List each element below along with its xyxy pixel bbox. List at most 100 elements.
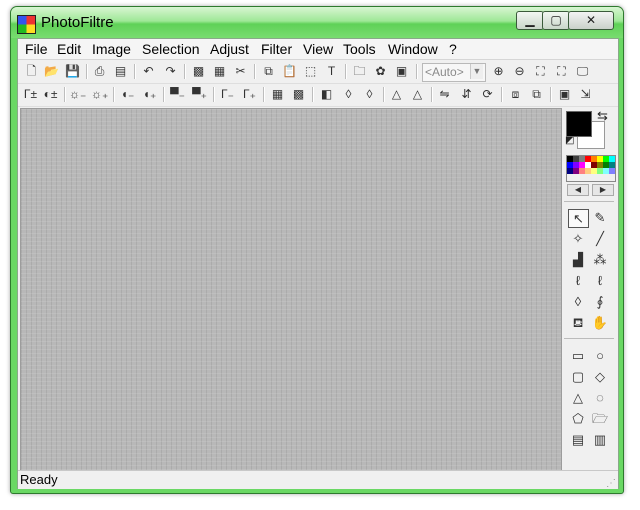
gamma-minus-icon[interactable]: Γ₋ [219, 86, 236, 103]
flip-vertical-icon[interactable]: ⇵ [458, 86, 475, 103]
fit-window-icon[interactable]: ⛶ [553, 63, 570, 80]
image-workspace[interactable] [20, 108, 562, 471]
open-folder-icon[interactable]: 📂 [43, 63, 60, 80]
image-size-icon[interactable]: ⧈ [507, 86, 524, 103]
transparent-color-icon[interactable]: ▣ [556, 86, 573, 103]
palette-swatch[interactable] [609, 168, 615, 174]
explorer-icon[interactable]: 🗀 [351, 63, 368, 80]
polygon-shape-icon[interactable]: ⬠ [568, 410, 588, 428]
title-bar[interactable]: PhotoFiltre ▁ ▢ ✕ [11, 7, 623, 38]
toolbar-separator [163, 87, 165, 102]
fill-bucket-icon[interactable]: ▟ [568, 251, 588, 269]
actual-size-icon[interactable]: ⛶ [532, 63, 549, 80]
menu-image[interactable]: Image [92, 41, 131, 57]
brightness-plus-icon[interactable]: ☼₊ [91, 86, 108, 103]
soften-icon[interactable]: △ [388, 86, 405, 103]
hand-icon[interactable]: ✋ [590, 314, 610, 332]
color-palette[interactable] [566, 155, 616, 182]
paste-icon[interactable]: 📋 [281, 63, 298, 80]
blur-drop-icon[interactable]: ◊ [568, 293, 588, 311]
magic-wand-icon[interactable]: ✧ [568, 230, 588, 248]
canvas-size-icon[interactable]: ⧉ [528, 86, 545, 103]
posterize-icon[interactable]: ▩ [290, 86, 307, 103]
foreground-color-swatch[interactable] [566, 111, 592, 137]
toolbar-separator [86, 64, 88, 79]
new-document-icon[interactable]: 🗋 [23, 63, 40, 80]
menu-adjust[interactable]: Adjust [210, 41, 249, 57]
palette-next-button[interactable]: ▶ [592, 184, 614, 196]
plugin-icon[interactable]: ✿ [372, 63, 389, 80]
menu-help[interactable]: ? [449, 41, 457, 57]
menu-edit[interactable]: Edit [57, 41, 81, 57]
scan-icon[interactable]: ▤ [112, 63, 129, 80]
shape-properties-icon[interactable]: ▥ [590, 431, 610, 449]
menu-view[interactable]: View [303, 41, 333, 57]
diamond-shape-icon[interactable]: ◇ [590, 368, 610, 386]
menu-file[interactable]: File [25, 41, 48, 57]
auto-contrast-icon[interactable]: ◐± [42, 86, 59, 103]
selection-arrow-icon[interactable]: ↖ [568, 209, 589, 228]
flip-horizontal-icon[interactable]: ⇋ [436, 86, 453, 103]
toolbar-separator [213, 87, 215, 102]
rectangle-shape-icon[interactable]: ▭ [568, 347, 588, 365]
text-icon[interactable]: T [323, 63, 340, 80]
palette-prev-button[interactable]: ◀ [567, 184, 589, 196]
export-icon[interactable]: ⇲ [577, 86, 594, 103]
chevron-down-icon[interactable]: ▼ [470, 64, 483, 79]
maximize-button[interactable]: ▢ [542, 11, 570, 30]
crop-icon[interactable]: ⬚ [302, 63, 319, 80]
zoom-out-icon[interactable]: ⊖ [511, 63, 528, 80]
window-title: PhotoFiltre [41, 14, 114, 31]
triangle-shape-icon[interactable]: △ [568, 389, 588, 407]
emboss-icon[interactable]: △ [409, 86, 426, 103]
lasso-shape-icon[interactable]: ◌ [590, 389, 610, 407]
copy-icon[interactable]: ⧉ [260, 63, 277, 80]
advanced-brush-icon[interactable]: ℓ [590, 272, 610, 290]
tool-panel: ⇆ ◩ ◀ ▶ ↖ ✎ ✧ ╱ ▟ ⁂ ℓ ℓ ◊ ∮ ⛾ ✋ ▭ ○ ▢ ◇ … [562, 108, 617, 469]
contrast-minus-icon[interactable]: ◖₋ [119, 86, 136, 103]
toolbar-separator [431, 87, 433, 102]
swap-colors-icon[interactable]: ⇆ [597, 108, 608, 124]
fill-icon[interactable]: ▩ [190, 63, 207, 80]
shape-options-icon[interactable]: ▤ [568, 431, 588, 449]
grayscale-icon[interactable]: ▦ [269, 86, 286, 103]
color-picker-icon[interactable]: ✎ [590, 209, 610, 227]
clone-stamp-icon[interactable]: ⛾ [568, 314, 588, 332]
full-screen-icon[interactable]: 🖵 [574, 63, 591, 80]
menu-filter[interactable]: Filter [261, 41, 292, 57]
saturation-plus-icon[interactable]: ▀₊ [191, 86, 208, 103]
rotate-icon[interactable]: ⟳ [479, 86, 496, 103]
ellipse-shape-icon[interactable]: ○ [590, 347, 610, 365]
auto-levels-icon[interactable]: Γ± [22, 86, 39, 103]
zoom-in-icon[interactable]: ⊕ [490, 63, 507, 80]
pattern-icon[interactable]: ▦ [211, 63, 228, 80]
rounded-rect-shape-icon[interactable]: ▢ [568, 368, 588, 386]
app-window: PhotoFiltre ▁ ▢ ✕ File Edit Image Select… [10, 6, 624, 494]
cutout-icon[interactable]: ✂ [232, 63, 249, 80]
menu-window[interactable]: Window [388, 41, 438, 57]
menu-selection[interactable]: Selection [142, 41, 200, 57]
dither-icon[interactable]: ◧ [318, 86, 335, 103]
redo-icon[interactable]: ↷ [162, 63, 179, 80]
minimize-button[interactable]: ▁ [516, 11, 544, 30]
line-icon[interactable]: ╱ [590, 230, 610, 248]
status-bar: Ready ⋰ [18, 470, 618, 489]
resize-grip-icon[interactable]: ⋰ [606, 475, 616, 493]
brush-icon[interactable]: ℓ [568, 272, 588, 290]
save-icon[interactable]: 💾 [64, 63, 81, 80]
saturation-minus-icon[interactable]: ▀₋ [169, 86, 186, 103]
gamma-plus-icon[interactable]: Γ₊ [241, 86, 258, 103]
contrast-plus-icon[interactable]: ◖₊ [141, 86, 158, 103]
undo-icon[interactable]: ↶ [140, 63, 157, 80]
brightness-minus-icon[interactable]: ☼₋ [69, 86, 86, 103]
menu-tools[interactable]: Tools [343, 41, 376, 57]
close-button[interactable]: ✕ [568, 11, 614, 30]
spray-icon[interactable]: ⁂ [590, 251, 610, 269]
sharpen-icon[interactable]: ◊ [361, 86, 378, 103]
toolbar-separator [550, 87, 552, 102]
load-shape-icon[interactable]: 🗁 [590, 410, 610, 428]
print-icon[interactable]: ⎙ [91, 63, 108, 80]
screen-capture-icon[interactable]: ▣ [393, 63, 410, 80]
blur-icon[interactable]: ◊ [340, 86, 357, 103]
finger-icon[interactable]: ∮ [590, 293, 610, 311]
